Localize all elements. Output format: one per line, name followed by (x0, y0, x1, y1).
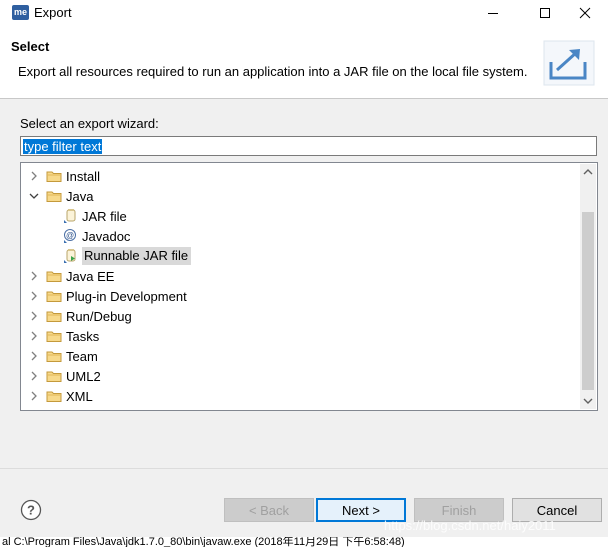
tree-item-team[interactable]: Team (27, 346, 98, 366)
scroll-up-button[interactable] (580, 164, 596, 180)
watermark-text: https://blog.csdn.net/haiy2011 (384, 518, 556, 533)
chevron-up-icon (583, 169, 593, 175)
app-icon: me (12, 5, 29, 20)
wizard-tree[interactable]: Install Java JAR file @ Javadoc Runnable JAR … (20, 162, 598, 411)
tree-item-label: Install (66, 168, 100, 184)
tree-item-label: Run/Debug (66, 308, 132, 324)
tree-item-run-debug[interactable]: Run/Debug (27, 306, 132, 326)
tree-item-java[interactable]: Java (27, 186, 93, 206)
tree-item-javadoc[interactable]: @ Javadoc (61, 226, 130, 246)
tree-item-label: Java EE (66, 268, 115, 284)
window-title: Export (34, 5, 72, 20)
chevron-right-icon[interactable] (27, 266, 41, 286)
tree-item-label: UML2 (66, 368, 101, 384)
tree-item-jar-file[interactable]: JAR file (61, 206, 127, 226)
tree-item-label: Runnable JAR file (82, 247, 192, 265)
folder-icon (45, 346, 63, 366)
close-window-button[interactable] (562, 0, 608, 26)
export-dialog: me Export Select Export all resources re… (0, 0, 608, 547)
svg-text:?: ? (27, 503, 35, 518)
chevron-right-icon[interactable] (27, 306, 41, 326)
jar-icon (61, 206, 79, 226)
minimize-button[interactable] (470, 0, 516, 26)
runnable-jar-icon (61, 246, 79, 266)
tree-scrollbar[interactable] (580, 164, 596, 409)
scrollbar-thumb[interactable] (582, 212, 594, 390)
tree-item-label: XML (66, 388, 93, 404)
svg-text:@: @ (66, 231, 74, 240)
tree-item-uml2[interactable]: UML2 (27, 366, 101, 386)
tree-item-label: Plug-in Development (66, 288, 187, 304)
filter-input-value: type filter text (23, 139, 103, 154)
tree-item-xml[interactable]: XML (27, 386, 93, 406)
folder-icon (45, 186, 63, 206)
tree-item-label: Team (66, 348, 98, 364)
tree-item-plug-in-development[interactable]: Plug-in Development (27, 286, 187, 306)
tree-item-install[interactable]: Install (27, 166, 100, 186)
back-button[interactable]: < Back (224, 498, 314, 522)
folder-icon (45, 266, 63, 286)
scroll-down-button[interactable] (580, 393, 596, 409)
chevron-down-icon[interactable] (27, 186, 41, 206)
help-icon[interactable]: ? (20, 499, 42, 521)
page-title: Select (11, 39, 50, 54)
console-status-line: al C:\Program Files\Java\jdk1.7.0_80\bin… (0, 537, 608, 547)
close-icon (579, 7, 591, 19)
tree-item-label: JAR file (82, 208, 127, 224)
folder-icon (45, 326, 63, 346)
chevron-right-icon[interactable] (27, 166, 41, 186)
filter-input[interactable]: type filter text (20, 136, 597, 156)
chevron-right-icon[interactable] (27, 326, 41, 346)
tree-item-tasks[interactable]: Tasks (27, 326, 99, 346)
tree-item-label: Javadoc (82, 228, 131, 244)
tree-item-label: Tasks (66, 328, 100, 344)
folder-icon (45, 286, 63, 306)
minimize-icon (488, 13, 498, 14)
folder-icon (45, 166, 63, 186)
footer-separator (0, 468, 608, 469)
tree-item-runnable-jar-file[interactable]: Runnable JAR file (61, 246, 192, 266)
chevron-right-icon[interactable] (27, 286, 41, 306)
chevron-down-icon (583, 398, 593, 404)
tree-item-java-ee[interactable]: Java EE (27, 266, 114, 286)
folder-icon (45, 366, 63, 386)
chevron-right-icon[interactable] (27, 366, 41, 386)
wizard-label: Select an export wizard: (20, 116, 159, 131)
export-banner-icon (543, 40, 595, 86)
chevron-right-icon[interactable] (27, 346, 41, 366)
maximize-icon (540, 8, 550, 18)
chevron-right-icon[interactable] (27, 386, 41, 406)
tree-item-label: Java (66, 188, 94, 204)
title-bar[interactable]: me Export (0, 0, 608, 26)
javadoc-icon: @ (61, 226, 79, 246)
folder-icon (45, 386, 63, 406)
wizard-header: Select Export all resources required to … (0, 26, 608, 99)
folder-icon (45, 306, 63, 326)
page-description: Export all resources required to run an … (18, 64, 528, 79)
